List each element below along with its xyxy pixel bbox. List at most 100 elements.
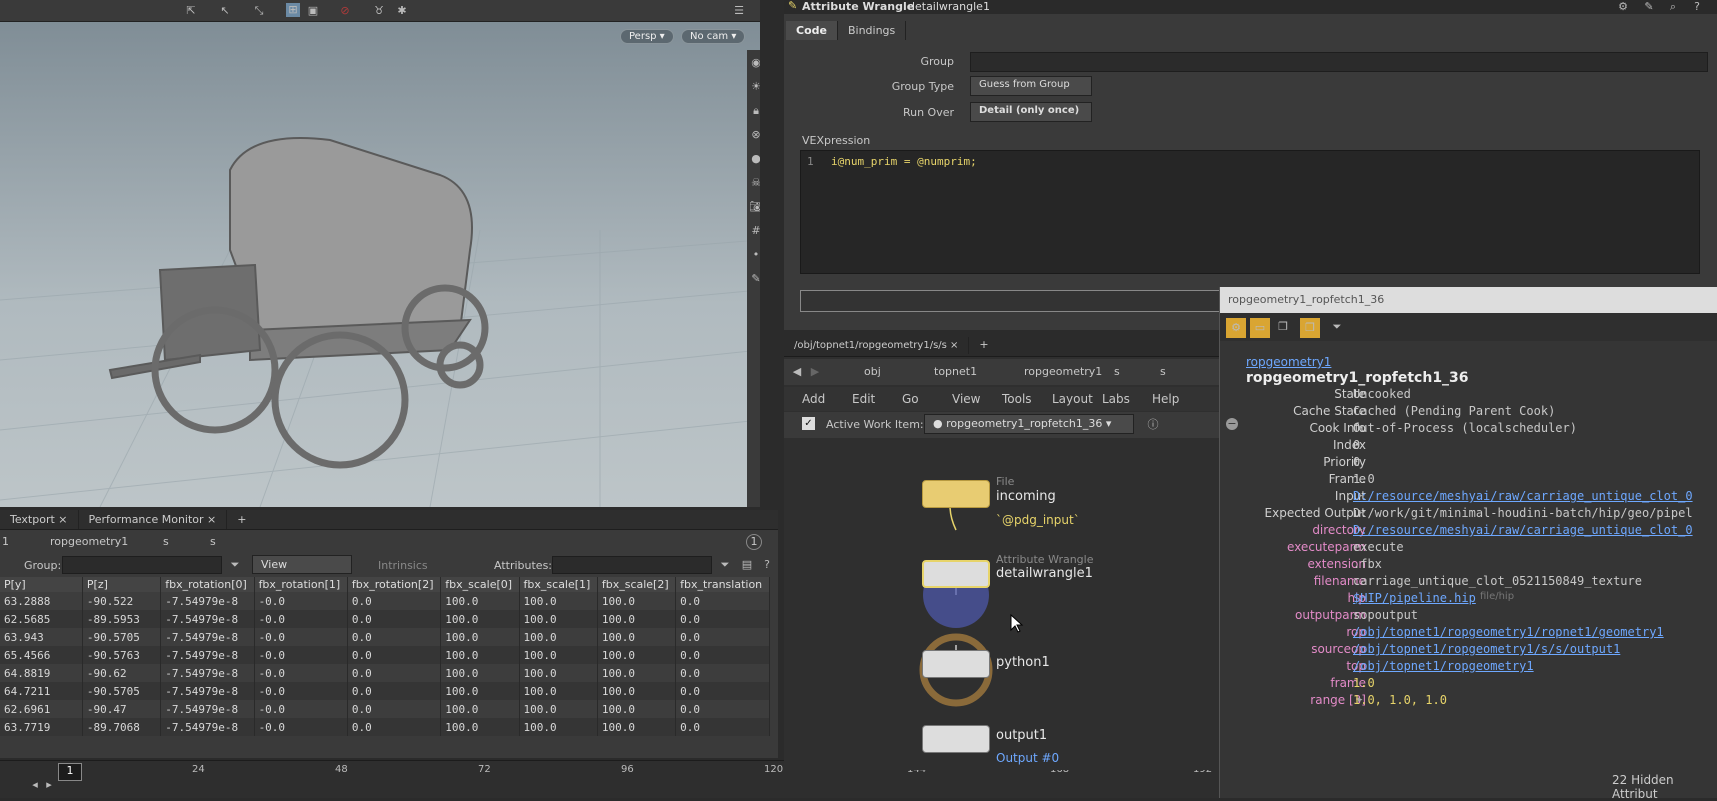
help-icon[interactable]: ? [1690, 0, 1704, 14]
path-item[interactable]: 1 [2, 535, 9, 548]
menu-item-help[interactable]: Help [1152, 392, 1179, 406]
lock-icon[interactable]: 🔒︎ [749, 104, 760, 118]
node-incoming[interactable] [922, 480, 990, 508]
group-field[interactable] [970, 52, 1708, 72]
prev-frame-icon[interactable]: ◂ [28, 778, 42, 792]
table-row[interactable]: 63.2888 -90.522 -7.54979e-8 -0.0 0.0 100.0 100… [0, 592, 770, 610]
menu-item-add[interactable]: Add [802, 392, 825, 406]
move-icon[interactable]: ↖ [218, 4, 232, 18]
handle-icon[interactable]: ♉ [372, 4, 386, 18]
group-type-dropdown[interactable]: Guess from Group [970, 76, 1092, 96]
help-icon[interactable]: ? [760, 558, 774, 572]
add-tab-button[interactable]: + [969, 335, 998, 354]
run-over-dropdown[interactable]: Detail (only once) [970, 102, 1092, 122]
column-header[interactable]: fbx_scale[2] [597, 577, 677, 592]
tab-performance-monitor[interactable]: Performance Monitor × [79, 510, 228, 529]
network-editor[interactable]: /obj/topnet1/ropgeometry1/s/s × + ◀ ▶ obj… [784, 335, 1224, 770]
display-icon[interactable]: ▣ [306, 4, 320, 18]
info-icon[interactable]: ⓘ [1146, 418, 1160, 432]
path-item[interactable]: s [163, 535, 169, 548]
path-item[interactable]: ropgeometry1 [50, 535, 128, 548]
breadcrumb-item[interactable]: s [1114, 365, 1120, 378]
node-name-field[interactable]: detailwrangle1 [908, 0, 990, 13]
table-row[interactable]: 65.4566 -90.5763 -7.54979e-8 -0.0 0.0 100.0 10… [0, 646, 770, 664]
table-row[interactable]: 62.6961 -90.47 -7.54979e-8 -0.0 0.0 100.0 100.… [0, 700, 770, 718]
shade-icon[interactable]: ● [749, 152, 760, 166]
search-icon[interactable]: ⌕ [1666, 0, 1680, 14]
brush-icon[interactable]: ✎ [749, 272, 760, 286]
3d-viewport[interactable]: ⇱ ↖ ⤡ ⊞ ▣ ⊘ ♉ ✱ ☰ Persp ▾ No cam ▾ ◉ ☀ 🔒… [0, 0, 760, 507]
grid-icon[interactable]: # [749, 224, 760, 238]
column-header[interactable]: fbx_scale[1] [519, 577, 598, 592]
tab-bindings[interactable]: Bindings [838, 21, 907, 40]
gear-icon[interactable]: ⚙ [1616, 0, 1630, 14]
column-header[interactable]: fbx_rotation[2] [347, 577, 442, 592]
group-field[interactable] [62, 556, 222, 574]
settings-icon[interactable]: ▤ [740, 558, 754, 572]
menu-item-tools[interactable]: Tools [1002, 392, 1032, 406]
column-header[interactable]: P[y] [0, 577, 83, 592]
node-python1[interactable] [922, 650, 990, 678]
column-header[interactable]: fbx_rotation[0] [160, 577, 255, 592]
filter-icon[interactable]: ⏷ [718, 558, 732, 572]
add-tab-button[interactable]: + [227, 510, 256, 529]
menu-item-labs[interactable]: Labs [1102, 392, 1130, 406]
breadcrumb-item[interactable]: s [1160, 365, 1166, 378]
info-value[interactable]: D:/resource/meshyai/raw/carriage_untique… [1353, 523, 1693, 537]
tab-textport[interactable]: Textport × [0, 510, 79, 529]
settings-icon[interactable]: ✱ [395, 4, 409, 18]
brush-icon[interactable]: ✎ [1642, 0, 1656, 14]
menu-item-layout[interactable]: Layout [1052, 392, 1093, 406]
camera-dropdown[interactable]: No cam ▾ [681, 29, 746, 44]
breadcrumb-item[interactable]: topnet1 [934, 365, 977, 378]
column-header[interactable]: fbx_translation [675, 577, 770, 592]
breadcrumb-item[interactable]: obj [864, 365, 881, 378]
info-value[interactable]: /obj/topnet1/ropgeometry1/ropnet1/geomet… [1353, 625, 1664, 639]
ghost-icon[interactable]: ⊗ [749, 128, 760, 142]
persp-dropdown[interactable]: Persp ▾ [620, 29, 674, 44]
back-icon[interactable]: ◀ [790, 365, 804, 379]
point-icon[interactable]: • [749, 248, 760, 262]
column-header[interactable]: P[z] [82, 577, 162, 592]
attributes-field[interactable] [552, 556, 712, 574]
column-header[interactable]: fbx_scale[0] [440, 577, 520, 592]
menu-item-edit[interactable]: Edit [852, 392, 875, 406]
breadcrumb-item[interactable]: ropgeometry1 [1024, 365, 1102, 378]
skull-icon[interactable]: ☠ [749, 176, 760, 190]
intrinsics-dropdown[interactable]: Intrinsics [378, 559, 428, 572]
node-output1[interactable] [922, 725, 990, 753]
table-row[interactable]: 64.8819 -90.62 -7.54979e-8 -0.0 0.0 100.0 100.… [0, 664, 770, 682]
rotate-icon[interactable]: ⤡ [252, 4, 266, 18]
info-value[interactable]: $HIP/pipeline.hip [1353, 591, 1476, 605]
table-row[interactable]: 63.7719 -89.7068 -7.54979e-8 -0.0 0.0 100.0 10… [0, 718, 770, 736]
light-icon[interactable]: ☀ [749, 80, 760, 94]
folder-icon[interactable]: ▭ [1250, 318, 1270, 338]
forward-icon[interactable]: ▶ [808, 365, 822, 379]
info-value[interactable]: /obj/topnet1/ropgeometry1 [1353, 659, 1534, 673]
filter-icon[interactable]: ⏷ [228, 558, 242, 572]
menu-icon[interactable]: ☰ [732, 4, 746, 18]
vex-editor[interactable]: 1 i@num_prim = @numprim; [800, 150, 1700, 274]
column-header[interactable]: fbx_rotation[1] [254, 577, 348, 592]
workitem-icon[interactable]: ⚙ [1226, 318, 1246, 338]
view-icon[interactable]: ◉ [749, 56, 760, 70]
path-item[interactable]: s [210, 535, 216, 548]
menu-item-view[interactable]: View [952, 392, 980, 406]
parent-node-link[interactable]: ropgeometry1 [1246, 355, 1331, 369]
table-row[interactable]: 64.7211 -90.5705 -7.54979e-8 -0.0 0.0 100.0 10… [0, 682, 770, 700]
select-icon[interactable]: ⇱ [184, 4, 198, 18]
menu-item-go[interactable]: Go [902, 392, 919, 406]
camera-icon[interactable]: 📷︎ [749, 200, 760, 214]
table-row[interactable]: 62.5685 -89.5953 -7.54979e-8 -0.0 0.0 100.0 10… [0, 610, 770, 628]
info-value[interactable]: D:/resource/meshyai/raw/carriage_untique… [1353, 489, 1693, 503]
vex-code[interactable]: i@num_prim = @numprim; [831, 155, 977, 168]
snap-icon[interactable]: ⊞ [286, 3, 300, 17]
tab-code[interactable]: Code [786, 21, 838, 40]
active-item-dropdown[interactable]: ● ropgeometry1_ropfetch1_36 ▾ [924, 414, 1134, 434]
table-row[interactable]: 63.943 -90.5705 -7.54979e-8 -0.0 0.0 100.0 100… [0, 628, 770, 646]
copy-icon[interactable]: ❐ [1276, 320, 1290, 334]
filter-icon[interactable]: ⏷ [1330, 320, 1344, 334]
record-icon[interactable]: ⊘ [338, 4, 352, 18]
view-dropdown[interactable]: View [252, 555, 352, 574]
pin-icon[interactable]: 1 [746, 534, 762, 550]
